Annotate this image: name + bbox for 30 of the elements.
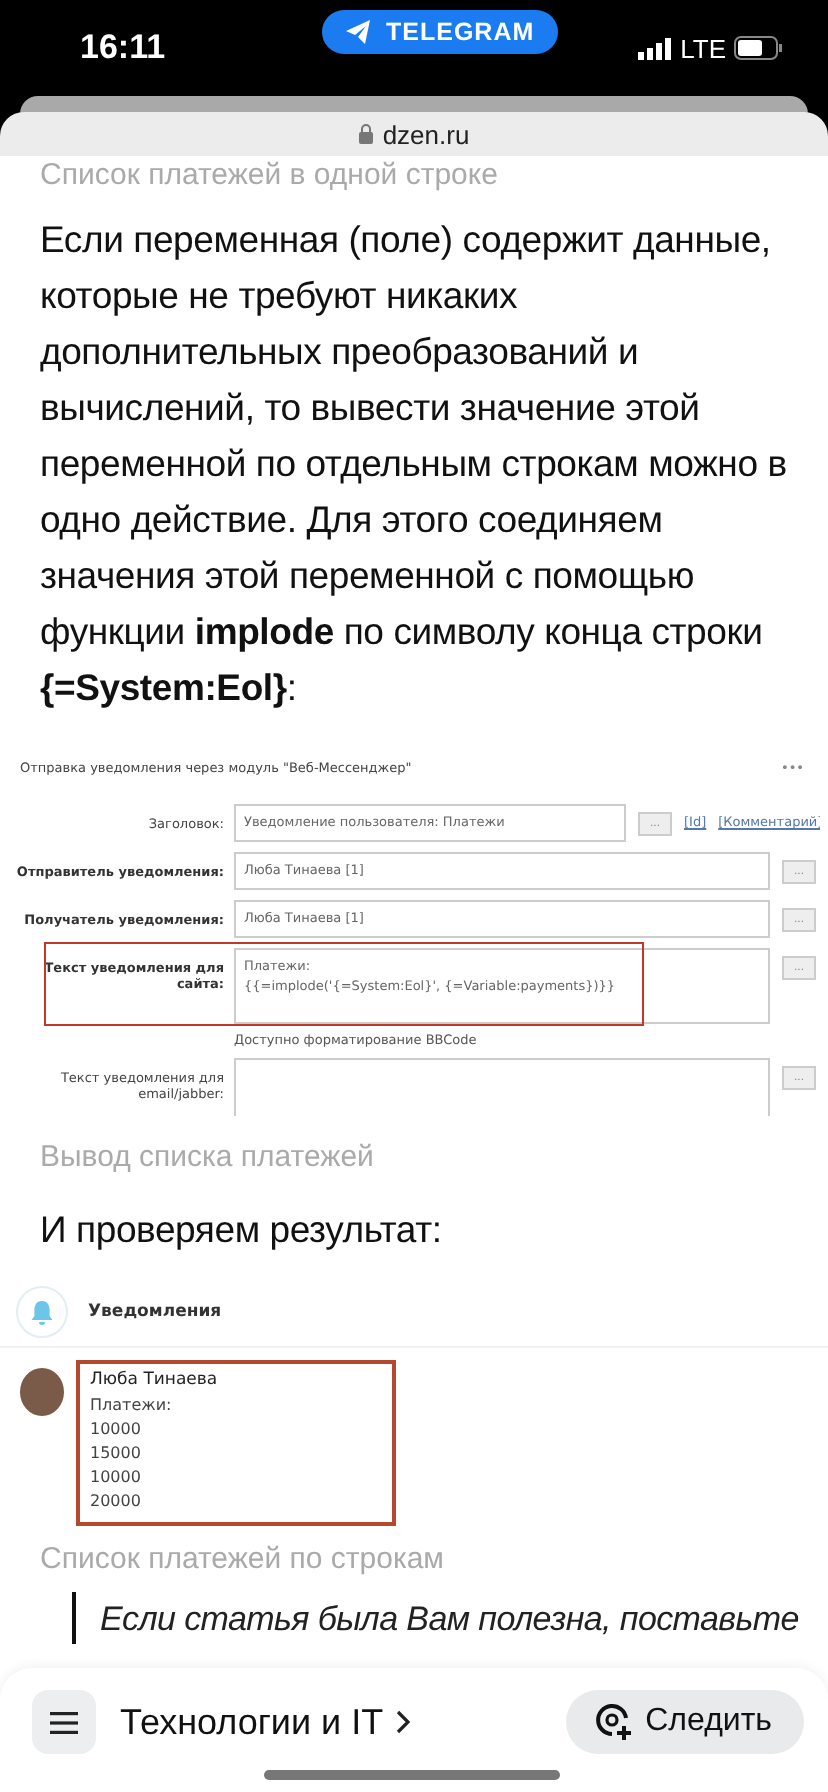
notifications-title: Уведомления: [88, 1302, 222, 1322]
image-caption: Список платежей по строкам: [40, 1540, 446, 1576]
channel-link[interactable]: Технологии и IT: [120, 1701, 384, 1743]
url-text: dzen.ru: [382, 119, 470, 149]
message-line: 10000: [90, 1420, 143, 1438]
message-line: 15000: [90, 1444, 143, 1462]
follow-icon: [593, 1702, 634, 1742]
message-author: Люба Тинаева: [90, 1370, 220, 1390]
address-bar[interactable]: dzen.ru: [0, 112, 828, 156]
battery-icon: [734, 36, 784, 60]
message-line: 20000: [90, 1492, 143, 1510]
status-time: 16:11: [80, 28, 166, 68]
lock-icon: [358, 124, 375, 144]
image-caption: Вывод списка платежей: [40, 1138, 376, 1174]
signal-icon: [638, 37, 673, 59]
message-line: 10000: [90, 1468, 143, 1486]
menu-button[interactable]: [32, 1690, 96, 1754]
message-line: Платежи:: [90, 1396, 174, 1414]
network-label: LTE: [680, 33, 726, 63]
bell-icon: [16, 1286, 68, 1338]
menu-icon: [50, 1711, 78, 1733]
follow-button[interactable]: Следить: [565, 1690, 804, 1754]
avatar: [20, 1368, 64, 1416]
article-paragraph: Если переменная (поле) содержит данные, которые не требуют никаких дополнительных преобразований и вычислений, то вывести значение этой переменной по отдельным строкам можно в одно действие. Для этого соединяем значения этой переменной с помощью функции implode по символу конца строки {=System:Eol}:: [40, 216, 789, 712]
back-to-app-button[interactable]: TELEGRAM: [322, 10, 559, 54]
image-caption: Список платежей в одной строке: [40, 156, 500, 192]
quote-text: Если статья была Вам полезна, поставьте: [100, 1600, 799, 1638]
chevron-right-icon: [395, 1710, 410, 1734]
send-icon: [346, 20, 372, 44]
article-paragraph: И проверяем результат:: [40, 1206, 444, 1254]
